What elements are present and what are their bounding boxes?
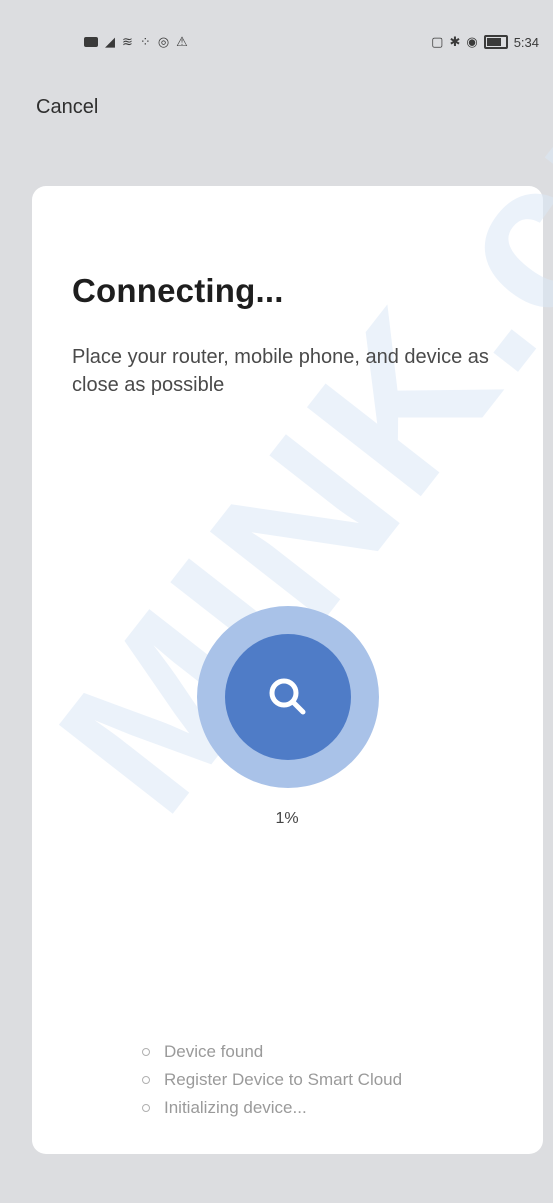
sync-icon: ◎	[157, 34, 170, 49]
status-icons-right: ▢ ✱ ◉ 5:34	[431, 34, 539, 50]
step-label: Initializing device...	[164, 1098, 307, 1117]
search-icon	[269, 678, 306, 715]
list-item: Register Device to Smart Cloud	[142, 1066, 402, 1094]
page-title: Connecting...	[72, 272, 284, 309]
location-icon: ◉	[466, 34, 478, 49]
warning-icon: ⚠	[176, 34, 188, 49]
connection-steps: Device found Register Device to Smart Cl…	[142, 1038, 402, 1122]
sim-icon	[84, 37, 98, 47]
bullet-dot-icon	[142, 1104, 150, 1112]
cancel-button[interactable]: Cancel	[36, 96, 98, 119]
connecting-card: MINK.cz Connecting... Place your router,…	[14, 31, 553, 1154]
bullet-dot-icon	[142, 1076, 150, 1084]
step-label: Register Device to Smart Cloud	[164, 1070, 403, 1089]
list-item: Device found	[142, 1038, 402, 1066]
step-label: Device found	[164, 1042, 264, 1061]
battery-icon	[483, 35, 508, 49]
status-icons-left: ◢ ≋ ⁘ ◎ ⚠	[84, 34, 188, 50]
signal-icon: ◢	[105, 34, 115, 49]
search-radar	[197, 606, 379, 788]
status-time: 5:34	[513, 34, 539, 50]
page-subtitle: Place your router, mobile phone, and dev…	[72, 346, 489, 396]
vibrate-icon: ▢	[431, 34, 444, 49]
bluetooth-icon: ✱	[449, 34, 461, 49]
bullet-dot-icon	[142, 1048, 150, 1056]
status-bar: ◢ ≋ ⁘ ◎ ⚠ ▢ ✱ ◉ 5:34	[0, 0, 553, 80]
progress-percent: 1%	[275, 810, 299, 827]
wifi-icon: ≋	[122, 34, 133, 49]
data-speed-icon: ⁘	[139, 34, 151, 49]
list-item: Initializing device...	[142, 1094, 402, 1122]
